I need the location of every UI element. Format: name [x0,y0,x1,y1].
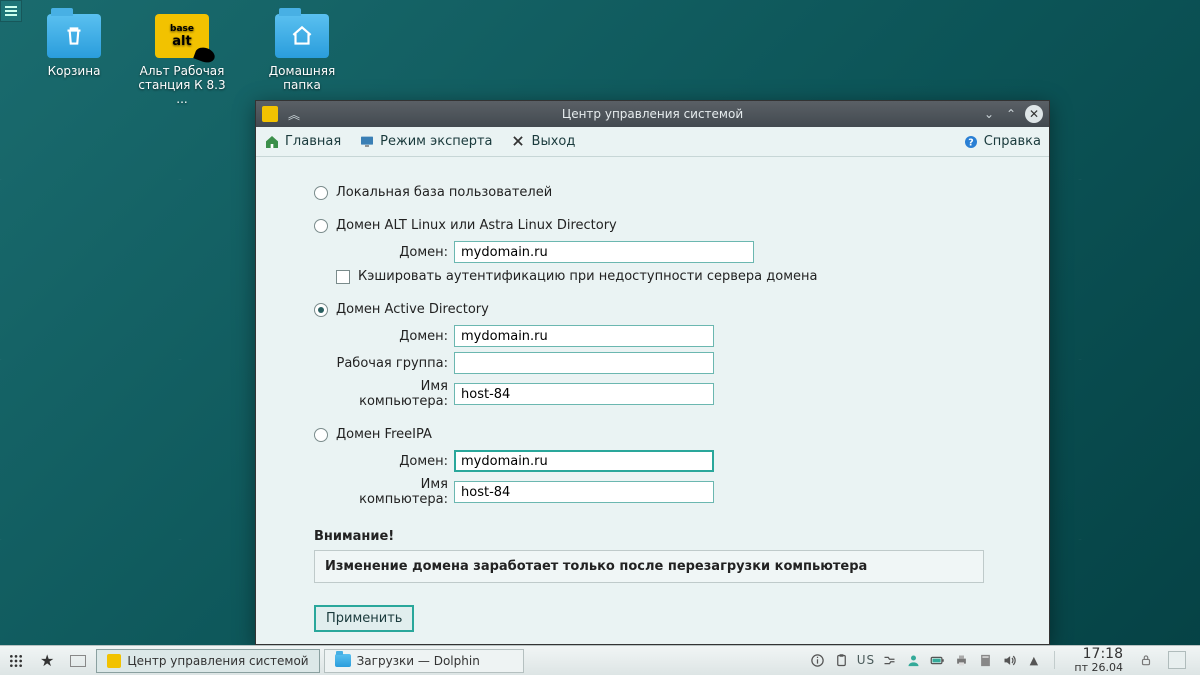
clock-time: 17:18 [1074,647,1123,662]
printer-tray-icon[interactable] [954,653,969,668]
radio-label: Домен ALT Linux или Astra Linux Director… [336,218,617,233]
toolbar-exit-button[interactable]: Выход [511,134,576,150]
desktop-icon-label: Альт Рабочая станция К 8.3 ... [132,64,232,106]
ad-domain-input[interactable] [454,325,714,347]
pager-button[interactable] [62,646,94,675]
apply-button[interactable]: Применить [314,605,414,632]
radio-active-directory[interactable] [314,303,328,317]
desktop-icon-label: Домашняя папка [252,64,352,92]
toolbar-expert-button[interactable]: Режим эксперта [359,134,492,150]
warning-message: Изменение домена заработает только после… [314,550,984,583]
lock-tray-icon[interactable] [1138,653,1153,668]
app-launcher-button[interactable] [0,646,32,675]
warning-heading: Внимание! [314,529,1009,544]
radio-label: Домен FreeIPA [336,427,432,442]
radio-freeipa[interactable] [314,428,328,442]
trash-icon [47,14,101,58]
home-folder-icon [275,14,329,58]
ad-workgroup-input[interactable] [454,352,714,374]
desktop-icon-home[interactable]: Домашняя папка [252,14,352,92]
chevron-down-icon[interactable]: ⌄ [981,106,997,122]
checkbox-label: Кэшировать аутентификацию при недоступно… [358,269,817,284]
show-desktop-button[interactable] [1168,651,1186,669]
freeipa-hostname-input[interactable] [454,481,714,503]
monitor-icon [359,134,375,150]
field-label: Домен: [336,454,454,469]
alt-domain-input[interactable] [454,241,754,263]
favorites-button[interactable]: ★ [32,646,62,675]
network-tray-icon[interactable] [882,653,897,668]
window-content: Локальная база пользователей Домен ALT L… [256,157,1049,644]
alt-logo-icon: basealt [155,14,209,58]
home-icon [264,134,280,150]
toolbar-label: Выход [532,134,576,149]
window-title: Центр управления системой [256,107,1049,121]
radio-label: Локальная база пользователей [336,185,552,200]
battery-tray-icon[interactable] [930,653,945,668]
field-label: Имя компьютера: [336,379,454,409]
ad-hostname-input[interactable] [454,383,714,405]
toolbar-label: Главная [285,134,341,149]
cache-auth-checkbox[interactable] [336,270,350,284]
volume-tray-icon[interactable] [1002,653,1017,668]
field-label: Имя компьютера: [336,477,454,507]
keyboard-layout-indicator[interactable]: US [858,653,873,668]
user-tray-icon[interactable] [906,653,921,668]
task-label: Центр управления системой [127,654,308,668]
help-icon: ? [963,134,979,150]
field-label: Домен: [336,329,454,344]
updates-tray-icon[interactable] [978,653,993,668]
field-label: Рабочая группа: [336,356,454,371]
radio-label: Домен Active Directory [336,302,489,317]
taskbar: ★ Центр управления системой Загрузки — D… [0,645,1200,675]
field-label: Домен: [336,245,454,260]
desktop-menu-button[interactable] [0,0,22,22]
svg-text:?: ? [968,137,973,148]
close-icon [511,134,527,150]
info-tray-icon[interactable] [810,653,825,668]
task-button-settings[interactable]: Центр управления системой [96,649,319,673]
collapse-up-icon[interactable]: ︽ [286,106,302,122]
desktop-icon-trash[interactable]: Корзина [24,14,124,78]
settings-window: ︽ Центр управления системой ⌄ ⌃ ✕ Главна… [255,100,1050,645]
task-app-icon [107,654,121,668]
desktop-icon-alt[interactable]: basealt Альт Рабочая станция К 8.3 ... [132,14,232,106]
task-label: Загрузки — Dolphin [357,654,480,668]
close-button[interactable]: ✕ [1025,105,1043,123]
toolbar-label: Справка [984,134,1041,149]
toolbar-label: Режим эксперта [380,134,492,149]
chevron-up-icon[interactable]: ⌃ [1003,106,1019,122]
system-tray: US ▲ 17:18 пт 26.04 [802,647,1200,673]
task-button-dolphin[interactable]: Загрузки — Dolphin [324,649,524,673]
freeipa-domain-input[interactable] [454,450,714,472]
radio-alt-linux[interactable] [314,219,328,233]
clock-date: пт 26.04 [1074,662,1123,674]
window-titlebar[interactable]: ︽ Центр управления системой ⌄ ⌃ ✕ [256,101,1049,127]
radio-local-db[interactable] [314,186,328,200]
window-app-icon [262,106,278,122]
toolbar-help-button[interactable]: ? Справка [963,134,1041,150]
window-toolbar: Главная Режим эксперта Выход ? Справка [256,127,1049,157]
clock[interactable]: 17:18 пт 26.04 [1068,647,1129,673]
clipboard-tray-icon[interactable] [834,653,849,668]
tray-expand-icon[interactable]: ▲ [1026,653,1041,668]
desktop-icon-label: Корзина [24,64,124,78]
folder-icon [335,654,351,667]
toolbar-home-button[interactable]: Главная [264,134,341,150]
